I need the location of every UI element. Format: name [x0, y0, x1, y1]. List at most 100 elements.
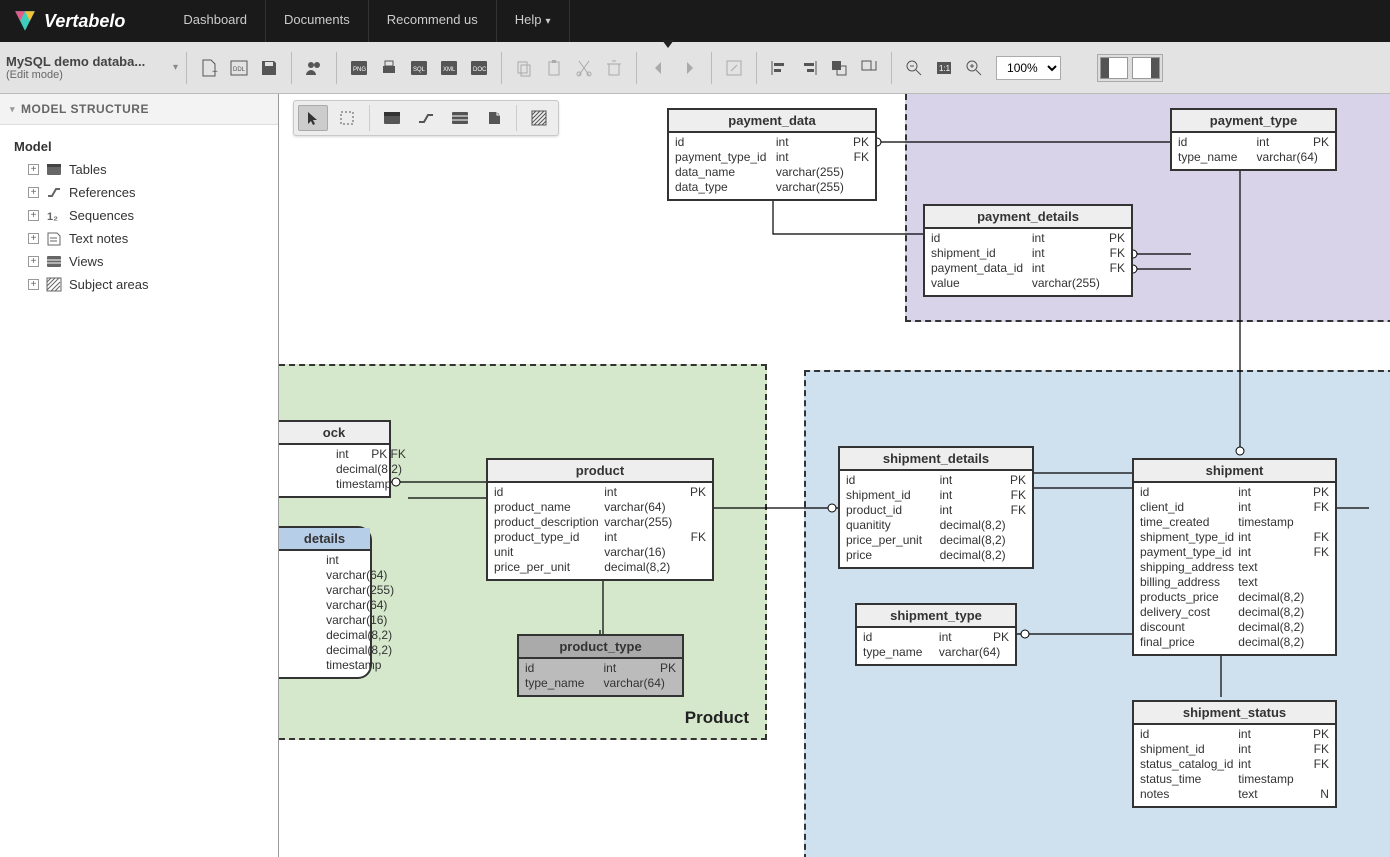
redo-button[interactable] [675, 54, 703, 82]
save-button[interactable] [255, 54, 283, 82]
note-icon [486, 110, 502, 126]
undo-button[interactable] [645, 54, 673, 82]
arrow-right-icon [679, 58, 699, 78]
zoom-out-button[interactable] [900, 54, 928, 82]
entity-header: payment_data [669, 110, 875, 133]
expand-icon[interactable]: + [28, 233, 39, 244]
export-png-button[interactable]: PNG [345, 54, 373, 82]
area-tool[interactable] [524, 105, 554, 131]
tree-item-tables[interactable]: + Tables [8, 158, 270, 181]
nav-documents[interactable]: Documents [266, 0, 369, 43]
view-tool[interactable] [445, 105, 475, 131]
entity-payment_type[interactable]: payment_typeidintPKtype_namevarchar(64) [1170, 108, 1337, 171]
hatch-icon [531, 110, 547, 126]
note-tool[interactable] [479, 105, 509, 131]
entity-payment_details[interactable]: payment_detailsidintPKshipment_idintFKpa… [923, 204, 1133, 297]
export-sql-button[interactable]: SQL [405, 54, 433, 82]
send-back-button[interactable] [855, 54, 883, 82]
main-area: ▾MODEL STRUCTURE Model + Tables +Reference… [0, 94, 1390, 857]
print-button[interactable] [375, 54, 403, 82]
paste-button[interactable] [540, 54, 568, 82]
ddl-button[interactable]: DDL [225, 54, 253, 82]
copy-button[interactable] [510, 54, 538, 82]
reference-tool[interactable] [411, 105, 441, 131]
svg-text:+: + [212, 67, 218, 78]
brand-logo[interactable]: Vertabelo [12, 8, 125, 34]
sequences-icon: 1₂ [46, 209, 62, 223]
entity-details[interactable]: detailsintvarchar(64)varchar(255)varchar… [279, 526, 372, 679]
column-row: data_typevarchar(255) [675, 180, 869, 195]
tree-item-views[interactable]: +Views [8, 250, 270, 273]
tree-item-references[interactable]: +References [8, 181, 270, 204]
right-panel-toggle[interactable] [1132, 57, 1160, 79]
tree-item-text-notes[interactable]: +Text notes [8, 227, 270, 250]
column-row: final_pricedecimal(8,2) [1140, 635, 1329, 650]
tree-item-subject-areas[interactable]: + Subject areas [8, 273, 270, 296]
zoom-fit-button[interactable]: 1:1 [930, 54, 958, 82]
expand-icon[interactable]: + [28, 256, 39, 267]
sidebar-title[interactable]: ▾MODEL STRUCTURE [0, 94, 278, 125]
view-icon [451, 111, 469, 125]
zoom-in-button[interactable] [960, 54, 988, 82]
edit-button[interactable] [720, 54, 748, 82]
tree-label: Subject areas [69, 277, 149, 292]
paste-icon [544, 58, 564, 78]
column-row: shipment_idintFK [1140, 742, 1329, 757]
cut-icon [574, 58, 594, 78]
export-xml-button[interactable]: XML [435, 54, 463, 82]
align-right-icon [799, 58, 819, 78]
delete-button[interactable] [600, 54, 628, 82]
save-icon [259, 58, 279, 78]
entity-shipment[interactable]: shipmentidintPKclient_idintFKtime_create… [1132, 458, 1337, 656]
tree-label: Tables [69, 162, 107, 177]
entity-payment_data[interactable]: payment_dataidintPKpayment_type_idintFKd… [667, 108, 877, 201]
chevron-down-icon[interactable]: ▾ [173, 62, 178, 73]
entity-ock[interactable]: ockintPK FKdecimal(8,2)timestamp [279, 420, 391, 498]
new-document-button[interactable]: + [195, 54, 223, 82]
export-doc-button[interactable]: DOC [465, 54, 493, 82]
views-icon [46, 255, 62, 269]
cut-button[interactable] [570, 54, 598, 82]
tree-root-model[interactable]: Model [8, 135, 270, 158]
document-title-block[interactable]: MySQL demo databa... (Edit mode) [6, 50, 171, 85]
column-row: idintPK [525, 661, 676, 676]
align-left-button[interactable] [765, 54, 793, 82]
entity-header: shipment_details [840, 448, 1032, 471]
nav-help[interactable]: Help▾ [497, 0, 570, 43]
column-row: timestamp [285, 477, 383, 492]
entity-header: shipment_status [1134, 702, 1335, 725]
expand-icon[interactable]: + [28, 164, 39, 175]
entity-product[interactable]: productidintPKproduct_namevarchar(64)pro… [486, 458, 714, 581]
column-row: time_createdtimestamp [1140, 515, 1329, 530]
tree-item-sequences[interactable]: +1₂Sequences [8, 204, 270, 227]
column-row: valuevarchar(255) [931, 276, 1125, 291]
subject-areas-icon [46, 278, 62, 292]
share-button[interactable] [300, 54, 328, 82]
expand-icon[interactable]: + [28, 210, 39, 221]
expand-icon[interactable]: + [28, 279, 39, 290]
column-row: price_per_unitdecimal(8,2) [846, 533, 1026, 548]
column-row: payment_type_idintFK [1140, 545, 1329, 560]
table-tool[interactable] [377, 105, 407, 131]
entity-shipment_details[interactable]: shipment_detailsidintPKshipment_idintFKp… [838, 446, 1034, 569]
entity-shipment_status[interactable]: shipment_statusidintPKshipment_idintFKst… [1132, 700, 1337, 808]
column-row: timestamp [285, 658, 364, 673]
svg-text:DDL: DDL [233, 67, 246, 73]
zoom-select[interactable]: 100% [996, 56, 1061, 80]
diagram-canvas[interactable]: Payment Product payment_dataidintPKpayme… [279, 94, 1390, 857]
entity-header: payment_details [925, 206, 1131, 229]
align-right-button[interactable] [795, 54, 823, 82]
marquee-tool[interactable] [332, 105, 362, 131]
nav-recommend[interactable]: Recommend us [369, 0, 497, 43]
expand-icon[interactable]: + [28, 187, 39, 198]
entity-product_type[interactable]: product_typeidintPKtype_namevarchar(64) [517, 634, 684, 697]
chevron-down-icon: ▾ [546, 16, 551, 27]
nav-dashboard[interactable]: Dashboard [165, 0, 266, 43]
column-row: type_namevarchar(64) [863, 645, 1009, 660]
entity-shipment_type[interactable]: shipment_typeidintPKtype_namevarchar(64) [855, 603, 1017, 666]
column-row: decimal(8,2) [285, 462, 383, 477]
bring-front-button[interactable] [825, 54, 853, 82]
pointer-tool[interactable] [298, 105, 328, 131]
collapse-marker[interactable] [662, 36, 674, 51]
left-panel-toggle[interactable] [1100, 57, 1128, 79]
